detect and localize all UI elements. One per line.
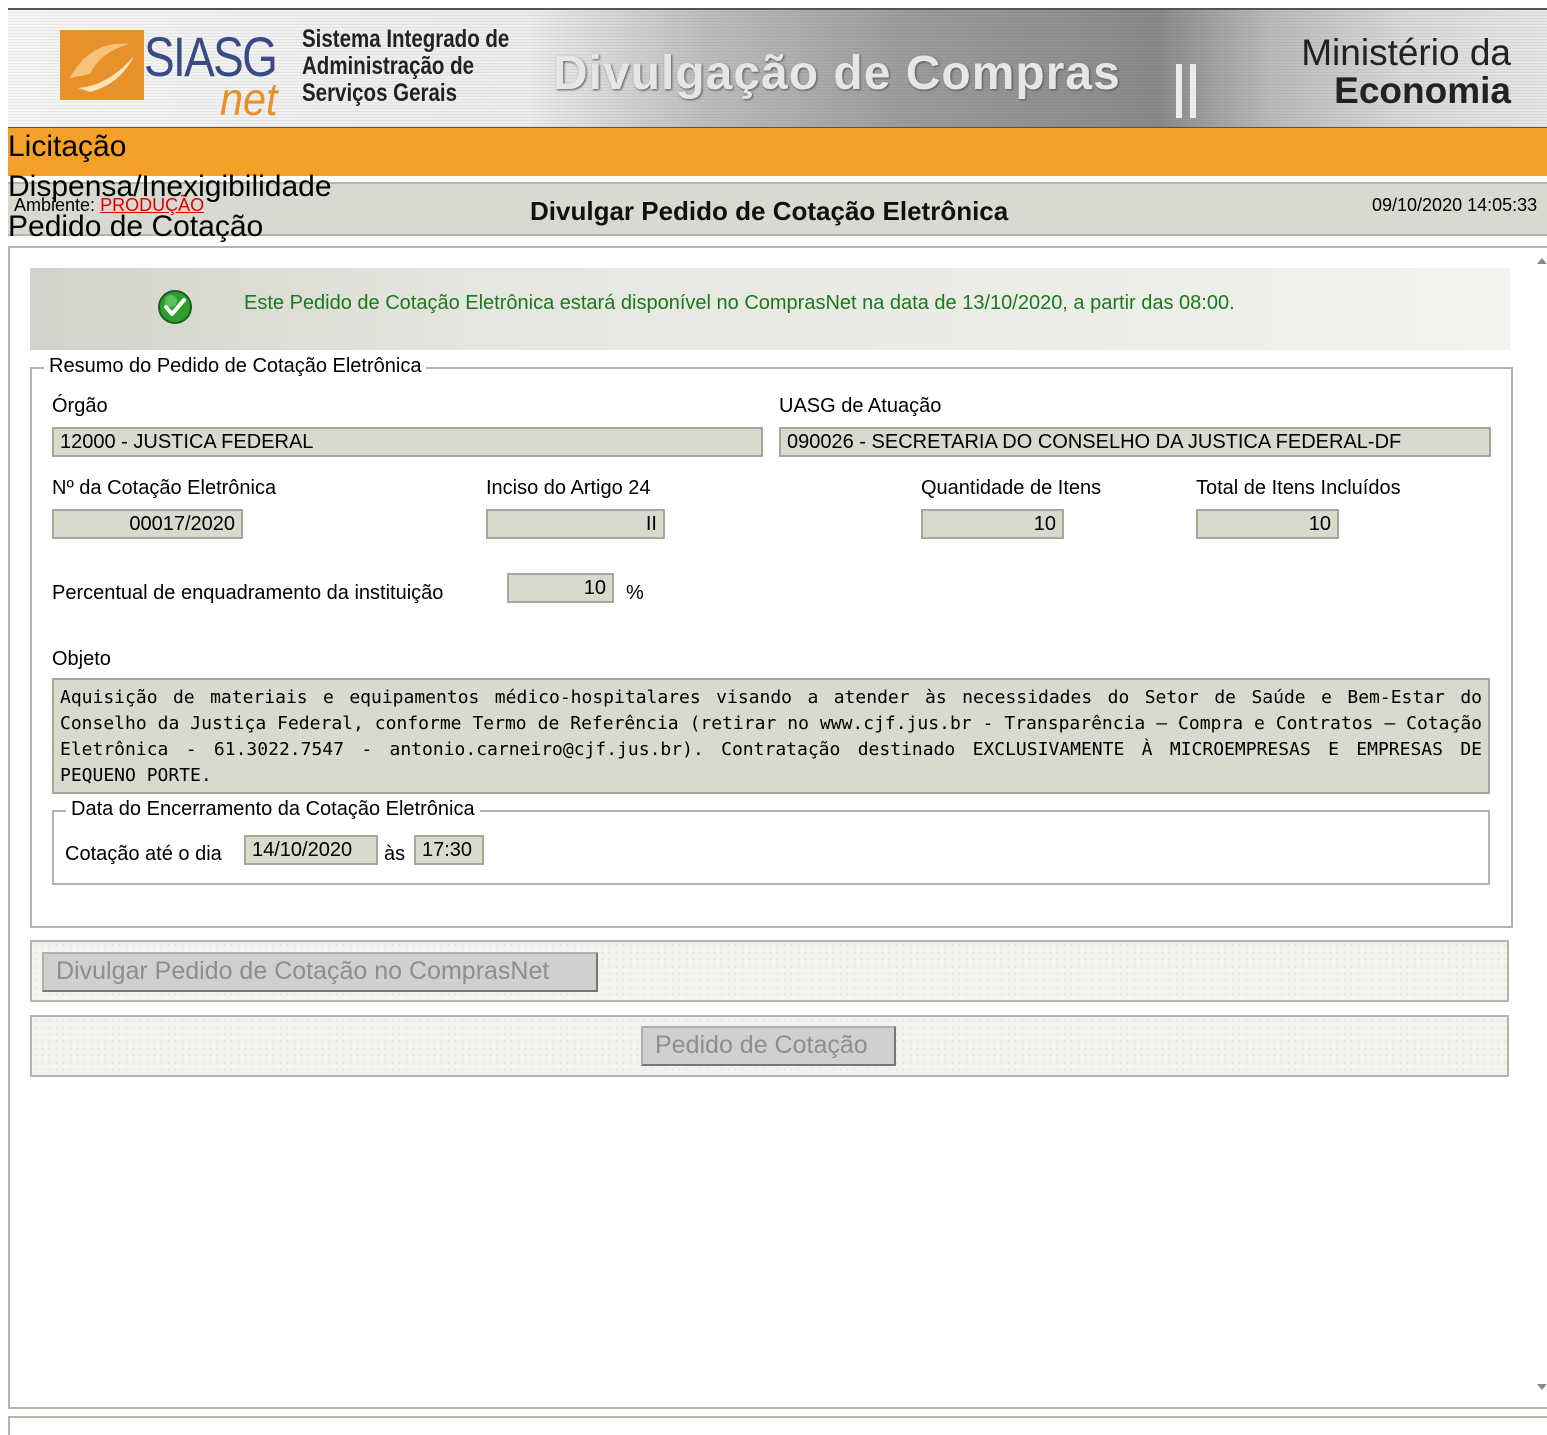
as-label: às <box>384 843 406 865</box>
success-message-text: Este Pedido de Cotação Eletrônica estará… <box>244 292 1235 314</box>
header-banner: SIASG net Sistema Integrado de Administr… <box>8 8 1547 128</box>
pedido-cotacao-button[interactable]: Pedido de Cotação <box>641 1026 896 1066</box>
inciso-label: Inciso do Artigo 24 <box>486 477 651 499</box>
quantidade-itens-label: Quantidade de Itens <box>921 477 1102 499</box>
uasg-label: UASG de Atuação <box>779 395 942 417</box>
inciso-field: II <box>486 509 665 539</box>
menu-item-licitacao[interactable]: Licitação <box>8 127 126 167</box>
cotacao-number-field: 00017/2020 <box>52 509 243 539</box>
building-pillars-icon <box>1176 64 1196 118</box>
closing-date-field: 14/10/2020 <box>244 835 378 865</box>
percentual-label: Percentual de enquadramento da instituiç… <box>52 582 444 604</box>
banner-title: Divulgação de Compras <box>553 47 1121 100</box>
publish-cotacao-button[interactable]: Divulgar Pedido de Cotação no ComprasNet <box>42 952 598 992</box>
objeto-label: Objeto <box>52 648 111 670</box>
quantidade-itens-field: 10 <box>921 509 1064 539</box>
closing-date-legend: Data do Encerramento da Cotação Eletrôni… <box>66 798 480 821</box>
closing-time-field: 17:30 <box>414 835 484 865</box>
page-title: Divulgar Pedido de Cotação Eletrônica <box>530 196 1009 226</box>
orgao-field: 12000 - JUSTICA FEDERAL <box>52 427 763 457</box>
ministry-line1: Ministério da <box>1301 32 1511 73</box>
system-name-line2: Administração de <box>302 52 475 80</box>
siasg-logo-icon <box>60 30 144 100</box>
orgao-label: Órgão <box>52 395 108 417</box>
cotacao-ate-label: Cotação até o dia <box>65 843 222 865</box>
menu-item-dispensa[interactable]: Dispensa/Inexigibilidade <box>8 167 332 207</box>
scroll-down-arrow-icon[interactable] <box>1537 1384 1547 1390</box>
cotacao-number-label: Nº da Cotação Eletrônica <box>52 477 277 499</box>
total-itens-field: 10 <box>1196 509 1339 539</box>
system-name: Sistema Integrado de Administração de Se… <box>302 26 509 107</box>
system-name-line1: Sistema Integrado de <box>302 25 510 53</box>
system-name-line3: Serviços Gerais <box>302 79 457 107</box>
current-datetime: 09/10/2020 14:05:33 <box>1372 195 1538 215</box>
percentual-field: 10 <box>507 573 614 603</box>
summary-legend: Resumo do Pedido de Cotação Eletrônica <box>44 355 427 378</box>
percent-sign: % <box>626 582 644 604</box>
menu-item-pedido-cotacao[interactable]: Pedido de Cotação <box>8 207 263 247</box>
total-itens-label: Total de Itens Incluídos <box>1196 477 1401 499</box>
ministry-line2: Economia <box>1334 70 1511 111</box>
scroll-up-arrow-icon[interactable] <box>1537 258 1547 264</box>
logo-suffix: net <box>220 73 278 125</box>
objeto-textarea[interactable]: Aquisição de materiais e equipamentos mé… <box>52 678 1490 794</box>
check-circle-icon <box>158 290 192 324</box>
uasg-field: 090026 - SECRETARIA DO CONSELHO DA JUSTI… <box>779 427 1491 457</box>
bottom-frame <box>8 1416 1547 1435</box>
